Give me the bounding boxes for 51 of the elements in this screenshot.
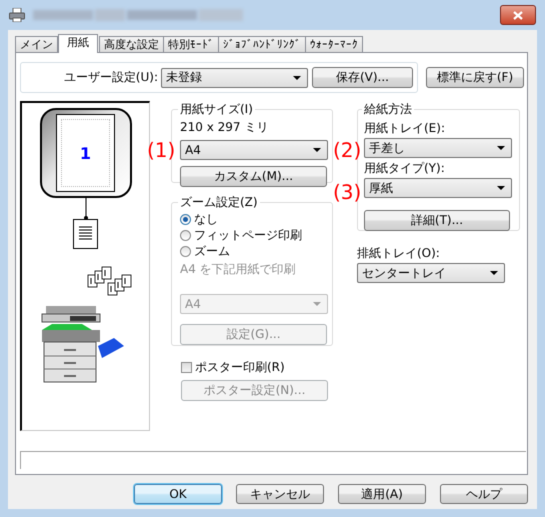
dropdown[interactable]: A4 (180, 140, 328, 160)
page-number: 1 (80, 144, 92, 162)
dropdown[interactable]: センタートレイ (357, 263, 505, 283)
button[interactable]: OK (134, 484, 222, 504)
radio-button[interactable] (180, 246, 191, 256)
printer-icon (9, 8, 25, 22)
close-button[interactable] (500, 5, 536, 25)
button[interactable]: 詳細(T)... (364, 210, 510, 231)
dropdown[interactable]: 未登録 (161, 68, 308, 88)
dropdown[interactable]: 手差し (364, 138, 512, 158)
caret-icon (497, 186, 505, 190)
caret-icon (313, 302, 321, 306)
tab[interactable]: 用紙 (58, 34, 98, 53)
annotation-label: (2) (333, 140, 362, 160)
tab[interactable]: ｳｫｰﾀｰﾏｰｸ (305, 36, 363, 52)
collated-copies-icon (86, 266, 134, 296)
zoom-note: A4 を下記用紙で印刷 (180, 261, 297, 278)
caret-icon (293, 76, 301, 80)
paper-dimensions: 210 x 297 ミリ (180, 119, 270, 136)
caret-icon (313, 148, 321, 152)
radio-label: なし (194, 210, 218, 228)
button[interactable]: ヘルプ (440, 484, 528, 504)
radio-label: フィットページ印刷 (194, 226, 302, 244)
close-icon (513, 10, 523, 20)
radio-button[interactable] (180, 230, 191, 240)
radio-label: ズーム (194, 242, 230, 260)
radio-button[interactable] (180, 214, 191, 224)
field-label: 用紙タイプ(Y): (364, 160, 446, 177)
dropdown[interactable]: 厚紙 (364, 178, 512, 198)
button[interactable]: 標準に戻す(F) (426, 67, 524, 88)
group-title: 用紙サイズ(I) (179, 101, 254, 118)
tab[interactable]: 特別ﾓｰﾄﾞ (163, 36, 219, 52)
button[interactable]: カスタム(M)... (180, 166, 327, 187)
button[interactable]: 保存(V)... (312, 67, 413, 88)
tab[interactable]: メイン (15, 36, 58, 52)
document-icon (72, 219, 98, 250)
group-title: ズーム設定(Z) (179, 194, 259, 211)
button[interactable]: キャンセル (236, 484, 324, 504)
annotation-label: (3) (333, 182, 362, 202)
tab[interactable]: 高度な設定 (99, 36, 164, 52)
caret-icon (497, 146, 505, 150)
checkbox[interactable] (181, 362, 192, 373)
caret-icon (490, 271, 498, 275)
button[interactable]: 適用(A) (338, 484, 426, 504)
annotation-label: (1) (147, 140, 176, 160)
group-title: 給紙方法 (363, 101, 413, 118)
field-label: 排紙トレイ(O): (357, 245, 441, 262)
tab[interactable]: ｼﾞｮﾌﾞﾊﾝﾄﾞﾘﾝｸﾞ (218, 36, 306, 52)
checkbox-label: ポスター印刷(R) (195, 359, 285, 376)
user-setting-label: ユーザー設定(U): (64, 69, 158, 86)
field-label: 用紙トレイ(E): (364, 120, 446, 137)
